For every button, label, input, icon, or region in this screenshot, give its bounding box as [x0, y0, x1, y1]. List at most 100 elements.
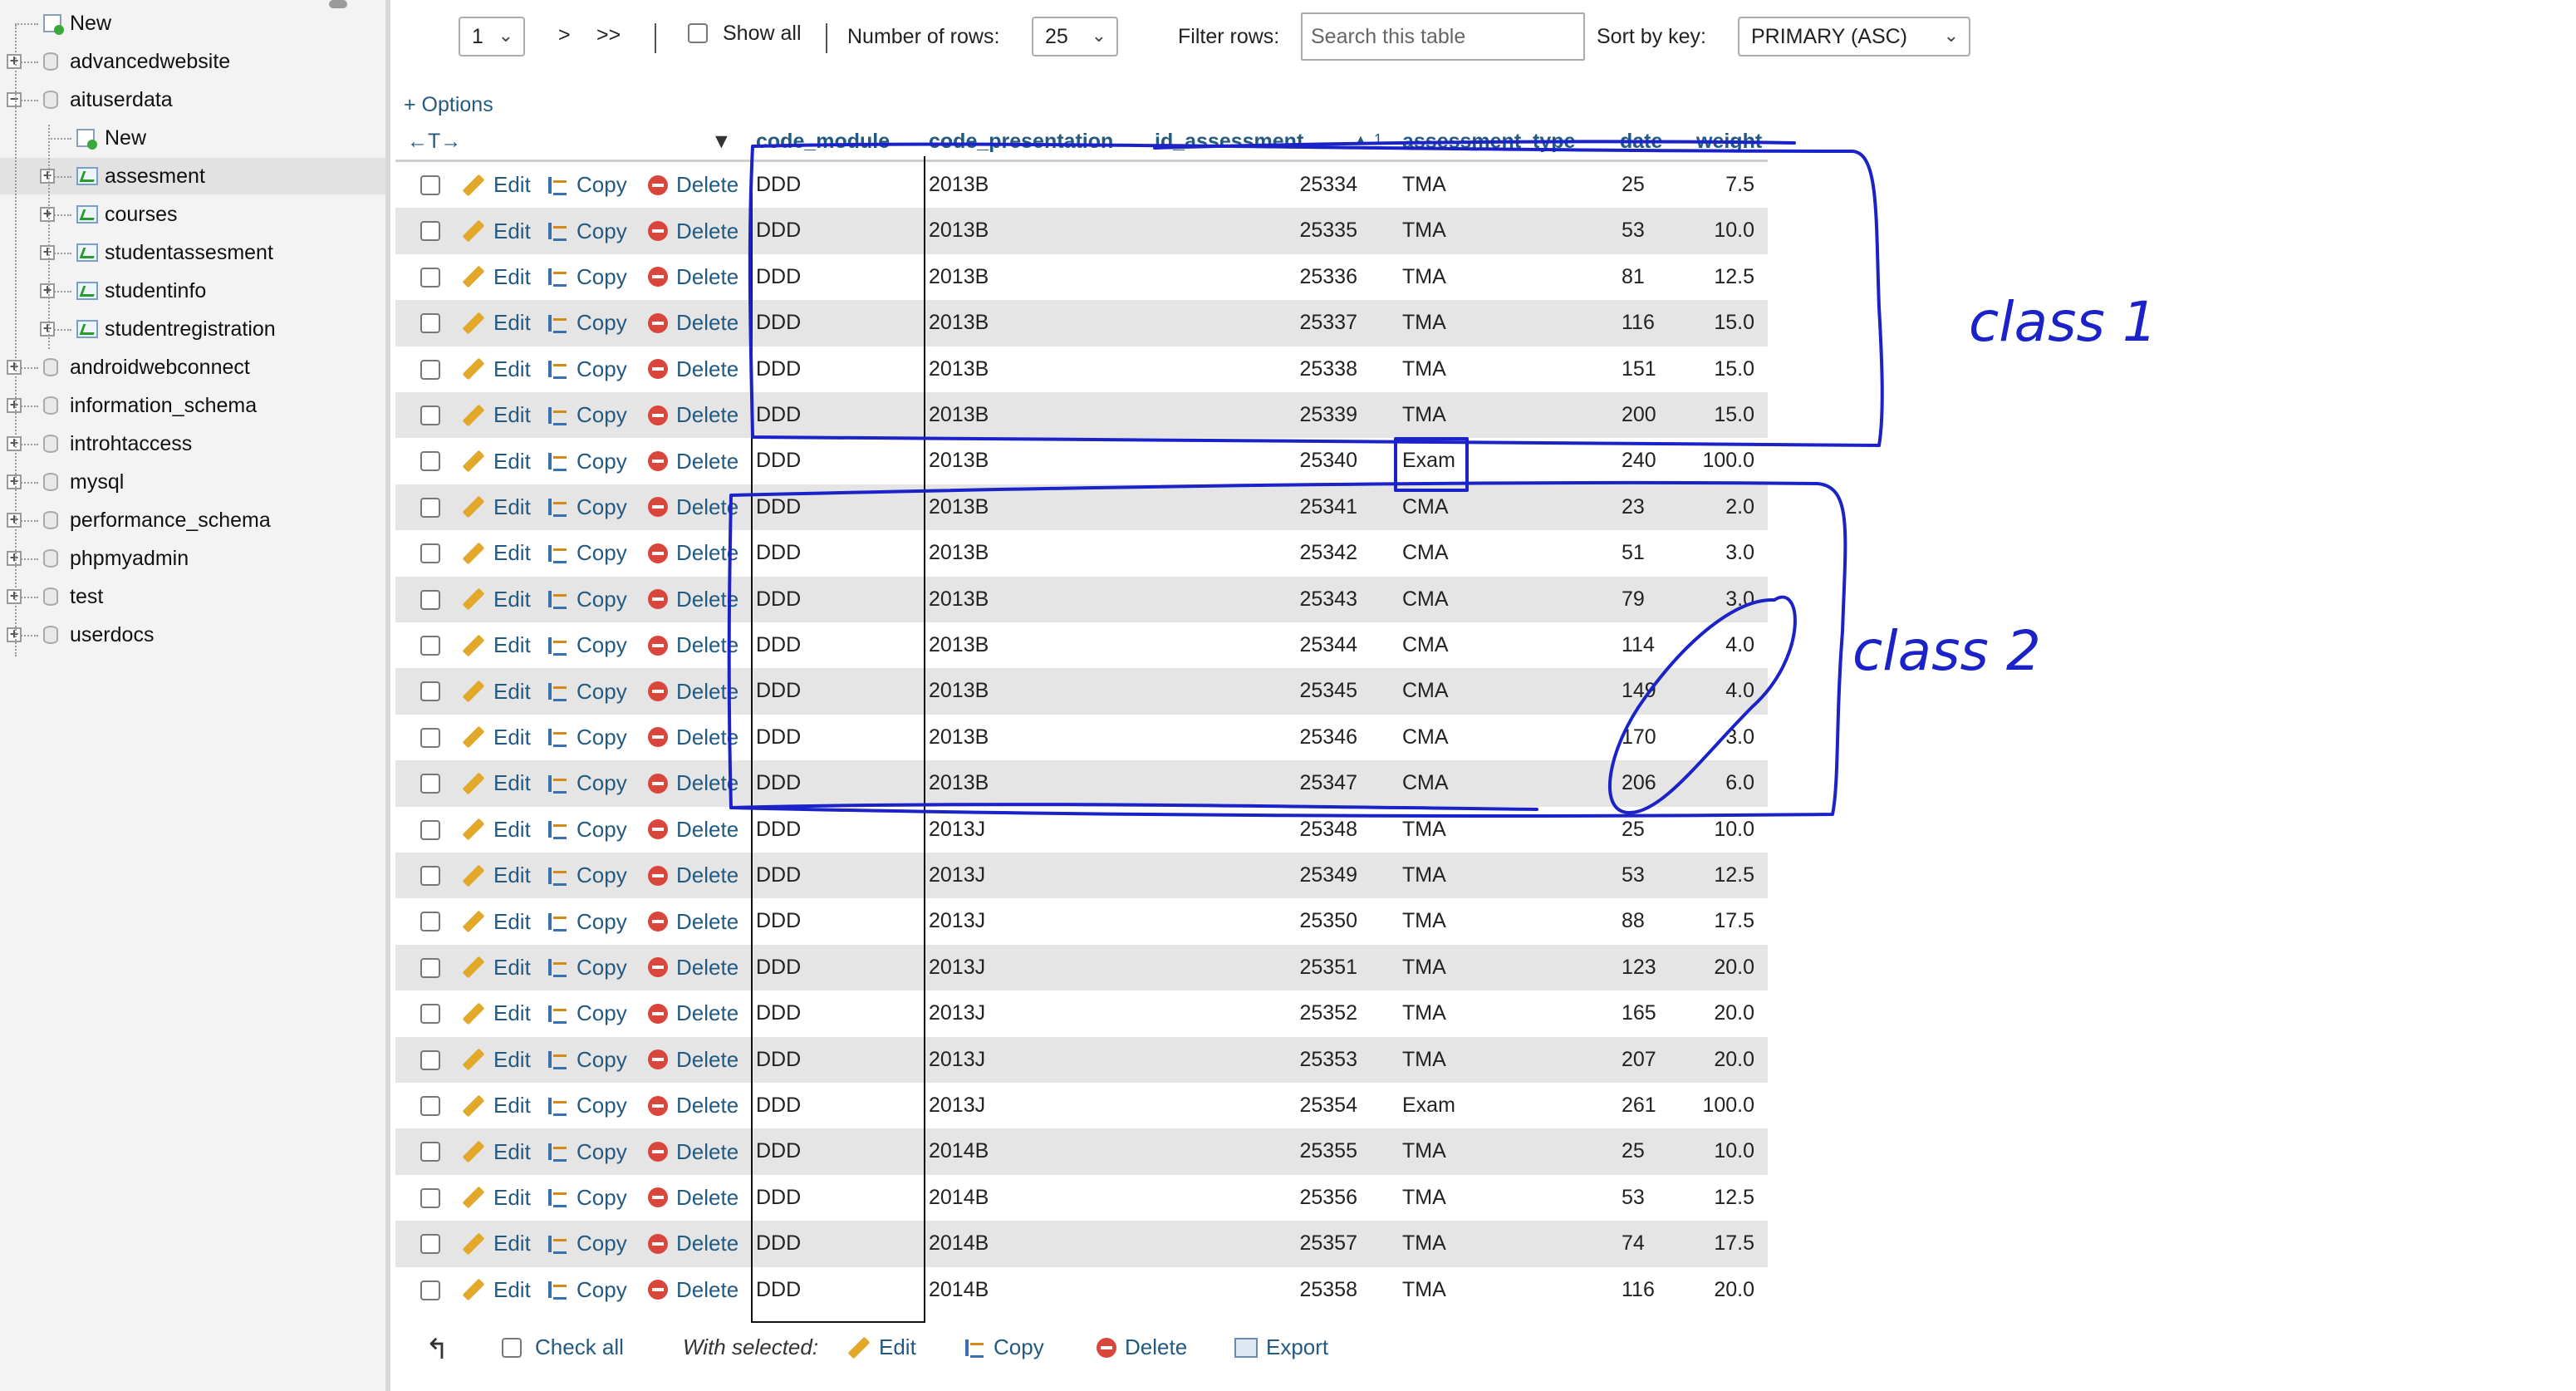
last-page-button[interactable]: >> [596, 23, 621, 47]
copy-button[interactable]: Copy [548, 760, 627, 806]
cell-code-module[interactable]: DDD [756, 208, 914, 253]
cell-id-assessment[interactable]: 25355 [1143, 1128, 1357, 1174]
row-checkbox[interactable] [420, 1234, 440, 1255]
sidebar-item-introhtaccess[interactable]: + introhtaccess [0, 425, 385, 462]
cell-code-presentation[interactable]: 2013B [929, 438, 1128, 484]
cell-code-module[interactable]: DDD [756, 392, 914, 438]
cell-assessment-type[interactable]: TMA [1402, 990, 1568, 1036]
cell-assessment-type[interactable]: Exam [1402, 438, 1568, 484]
cell-weight[interactable]: 20.0 [1691, 945, 1754, 990]
cell-weight[interactable]: 10.0 [1691, 807, 1754, 853]
expand-icon[interactable]: + [7, 588, 22, 604]
cell-code-module[interactable]: DDD [756, 254, 914, 300]
sidebar-item-New[interactable]: New [0, 5, 385, 42]
edit-button[interactable]: Edit [462, 622, 531, 668]
cell-id-assessment[interactable]: 25358 [1143, 1267, 1357, 1313]
cell-assessment-type[interactable]: TMA [1402, 300, 1568, 346]
sidebar-item-phpmyadmin[interactable]: + phpmyadmin [0, 540, 385, 577]
delete-button[interactable]: Delete [648, 530, 738, 576]
cell-assessment-type[interactable]: TMA [1402, 1175, 1568, 1221]
cell-code-module[interactable]: DDD [756, 438, 914, 484]
delete-button[interactable]: Delete [648, 254, 738, 300]
sidebar-item-studentinfo[interactable]: + studentinfo [0, 273, 385, 309]
copy-button[interactable]: Copy [548, 1037, 627, 1083]
cell-weight[interactable]: 15.0 [1691, 300, 1754, 346]
delete-button[interactable]: Delete [648, 668, 738, 714]
cell-weight[interactable]: 12.5 [1691, 1175, 1754, 1221]
cell-id-assessment[interactable]: 25351 [1143, 945, 1357, 990]
cell-code-module[interactable]: DDD [756, 1037, 914, 1083]
delete-button[interactable]: Delete [648, 945, 738, 990]
rows-select[interactable]: 25 ⌄ [1032, 17, 1118, 57]
cell-code-module[interactable]: DDD [756, 1128, 914, 1174]
expand-icon[interactable]: + [40, 206, 55, 222]
cell-assessment-type[interactable]: TMA [1402, 945, 1568, 990]
cell-id-assessment[interactable]: 25346 [1143, 715, 1357, 760]
cell-date[interactable]: 79 [1622, 577, 1680, 622]
copy-button[interactable]: Copy [548, 392, 627, 438]
cell-code-module[interactable]: DDD [756, 807, 914, 853]
cell-code-module[interactable]: DDD [756, 1083, 914, 1128]
cell-code-presentation[interactable]: 2013B [929, 715, 1128, 760]
row-checkbox[interactable] [420, 497, 440, 518]
row-checkbox[interactable] [420, 1280, 440, 1300]
cell-assessment-type[interactable]: CMA [1402, 484, 1568, 530]
cell-assessment-type[interactable]: TMA [1402, 208, 1568, 253]
sidebar-item-New[interactable]: New [0, 120, 385, 156]
cell-assessment-type[interactable]: TMA [1402, 254, 1568, 300]
expand-icon[interactable]: + [7, 474, 22, 489]
delete-button[interactable]: Delete [648, 1128, 738, 1174]
cell-id-assessment[interactable]: 25345 [1143, 668, 1357, 714]
sidebar-item-mysql[interactable]: + mysql [0, 464, 385, 500]
cell-code-presentation[interactable]: 2013B [929, 484, 1128, 530]
expand-icon[interactable]: + [40, 244, 55, 260]
cell-date[interactable]: 74 [1622, 1221, 1680, 1266]
check-all-link[interactable]: Check all [535, 1334, 624, 1360]
cell-date[interactable]: 240 [1622, 438, 1680, 484]
cell-date[interactable]: 51 [1622, 530, 1680, 576]
bulk-export-button[interactable]: Export [1234, 1334, 1328, 1360]
sidebar-item-performance-schema[interactable]: + performance_schema [0, 502, 385, 538]
row-checkbox[interactable] [420, 359, 440, 380]
cell-code-presentation[interactable]: 2013B [929, 577, 1128, 622]
cell-code-module[interactable]: DDD [756, 1267, 914, 1313]
cell-code-presentation[interactable]: 2013J [929, 990, 1128, 1036]
delete-button[interactable]: Delete [648, 1083, 738, 1128]
cell-code-module[interactable]: DDD [756, 898, 914, 944]
sidebar-item-test[interactable]: + test [0, 578, 385, 615]
row-checkbox[interactable] [420, 1187, 440, 1208]
delete-button[interactable]: Delete [648, 1175, 738, 1221]
delete-button[interactable]: Delete [648, 898, 738, 944]
cell-weight[interactable]: 100.0 [1691, 438, 1754, 484]
cell-weight[interactable]: 4.0 [1691, 622, 1754, 668]
cell-weight[interactable]: 7.5 [1691, 162, 1754, 208]
edit-button[interactable]: Edit [462, 347, 531, 392]
expand-icon[interactable]: + [7, 627, 22, 642]
cell-weight[interactable]: 10.0 [1691, 208, 1754, 253]
cell-weight[interactable]: 15.0 [1691, 392, 1754, 438]
copy-button[interactable]: Copy [548, 484, 627, 530]
sidebar-item-aituserdata[interactable]: − aituserdata [0, 81, 385, 118]
cell-code-presentation[interactable]: 2013J [929, 1083, 1128, 1128]
cell-weight[interactable]: 3.0 [1691, 715, 1754, 760]
copy-button[interactable]: Copy [548, 622, 627, 668]
cell-assessment-type[interactable]: TMA [1402, 1128, 1568, 1174]
cell-code-presentation[interactable]: 2014B [929, 1175, 1128, 1221]
cell-assessment-type[interactable]: TMA [1402, 853, 1568, 898]
cell-id-assessment[interactable]: 25343 [1143, 577, 1357, 622]
cell-date[interactable]: 151 [1622, 347, 1680, 392]
cell-code-module[interactable]: DDD [756, 1221, 914, 1266]
cell-weight[interactable]: 6.0 [1691, 760, 1754, 806]
collapse-icon[interactable]: − [7, 91, 22, 107]
edit-button[interactable]: Edit [462, 1037, 531, 1083]
cell-date[interactable]: 116 [1622, 300, 1680, 346]
delete-button[interactable]: Delete [648, 392, 738, 438]
cell-code-module[interactable]: DDD [756, 300, 914, 346]
sidebar-item-userdocs[interactable]: + userdocs [0, 617, 385, 653]
copy-button[interactable]: Copy [548, 347, 627, 392]
cell-date[interactable]: 200 [1622, 392, 1680, 438]
delete-button[interactable]: Delete [648, 622, 738, 668]
cell-assessment-type[interactable]: CMA [1402, 577, 1568, 622]
cell-id-assessment[interactable]: 25334 [1143, 162, 1357, 208]
cell-date[interactable]: 53 [1622, 1175, 1680, 1221]
